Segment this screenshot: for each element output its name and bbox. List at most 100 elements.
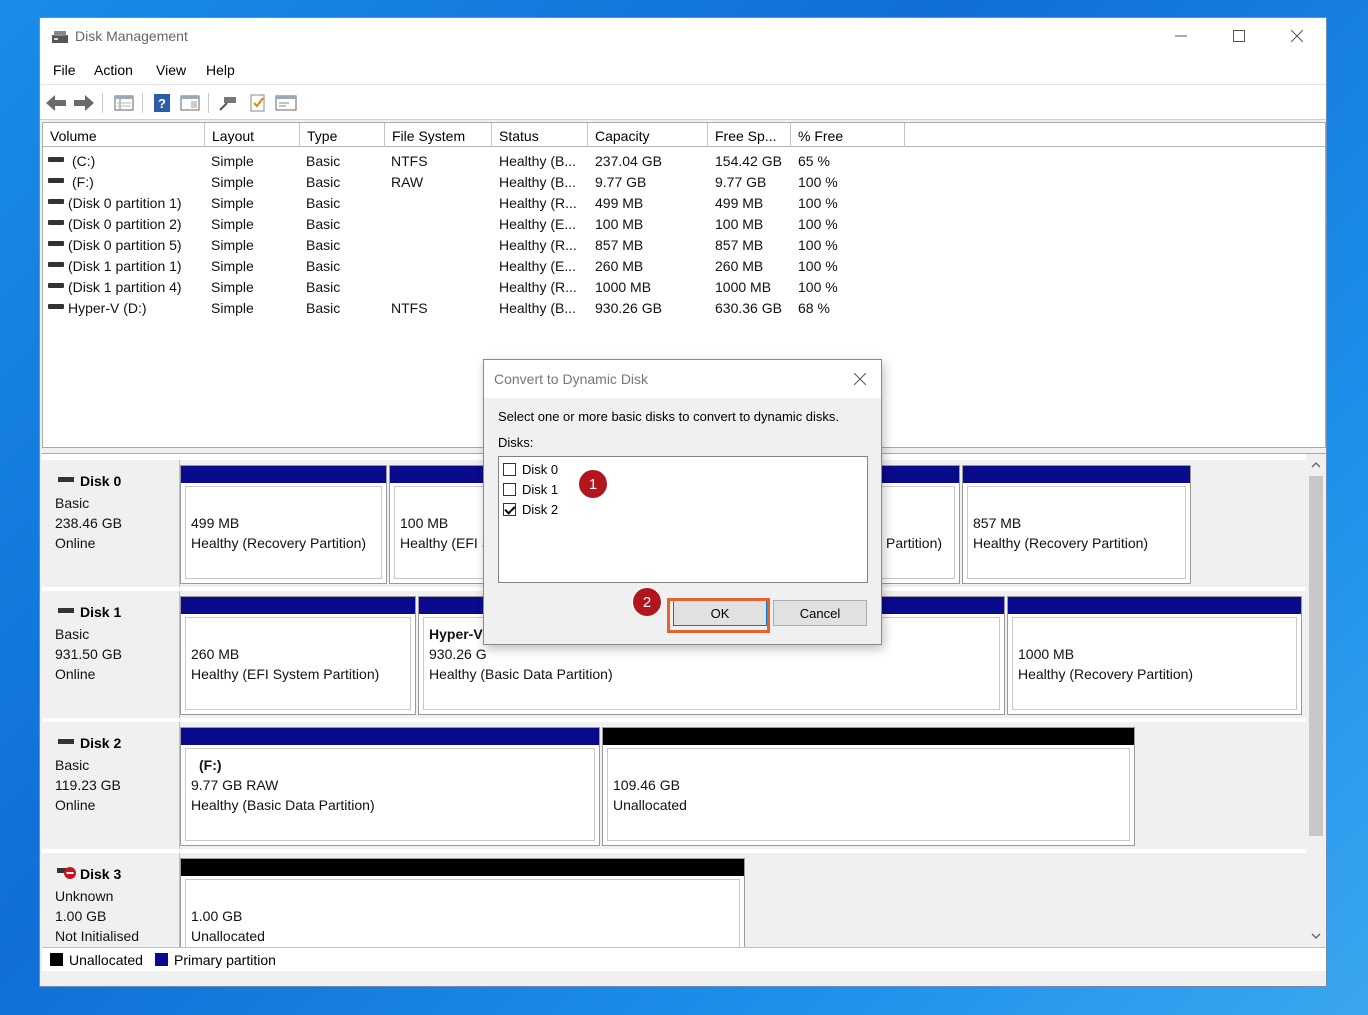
volume-row[interactable]: (Disk 0 partition 1) Simple Basic Health… — [43, 193, 1325, 214]
disk-2-checkbox[interactable] — [503, 502, 516, 516]
partition-label: (F:) — [199, 757, 222, 773]
volume-percent-free: 100 % — [798, 237, 838, 253]
disk-icon — [58, 608, 74, 613]
column-header-volume[interactable]: Volume — [43, 123, 205, 147]
disk-1-option[interactable]: Disk 1 — [503, 480, 558, 498]
disk-info-2[interactable]: Disk 2 Basic 119.23 GB Online — [44, 722, 180, 849]
volume-type: Basic — [306, 216, 341, 232]
vertical-scrollbar[interactable] — [1306, 454, 1326, 947]
disk-name: Disk 3 — [80, 866, 122, 882]
partition-block[interactable]: (F:) 9.77 GB RAW Healthy (Basic Data Parti… — [180, 727, 600, 846]
partition-status: Healthy (Recovery Partition) — [1018, 666, 1194, 682]
disk-2-option[interactable]: Disk 2 — [503, 500, 558, 518]
disk-info-3[interactable]: Disk 3 Unknown 1.00 GB Not Initialised — [44, 853, 180, 947]
partition-size: 109.46 GB — [613, 777, 680, 793]
column-header-layout[interactable]: Layout — [205, 123, 300, 147]
menu-help[interactable]: Help — [206, 62, 235, 78]
volume-free-space: 9.77 GB — [715, 174, 767, 190]
volume-row[interactable]: (C:) Simple Basic NTFS Healthy (B... 237… — [43, 151, 1325, 172]
console-button[interactable] — [274, 91, 298, 115]
volume-layout: Simple — [211, 216, 254, 232]
volume-row[interactable]: (F:) Simple Basic RAW Healthy (B... 9.77… — [43, 172, 1325, 193]
disk-0-checkbox[interactable] — [503, 462, 516, 476]
unallocated-block[interactable]: 1.00 GB Unallocated — [180, 858, 745, 947]
volume-name: (Disk 0 partition 2) — [68, 216, 182, 232]
maximize-button[interactable] — [1210, 18, 1268, 54]
volume-type: Basic — [306, 195, 341, 211]
disk-not-initialised-icon — [57, 867, 76, 879]
column-header-free-space[interactable]: Free Sp... — [708, 123, 791, 147]
unallocated-bar — [181, 859, 744, 876]
partition-status: Healthy (Recovery Partition) — [191, 535, 367, 551]
help-button[interactable]: ? — [150, 91, 174, 115]
disk-list-icon — [114, 95, 134, 111]
menu-view[interactable]: View — [156, 62, 186, 78]
properties-button[interactable] — [178, 91, 202, 115]
menu-file[interactable]: File — [53, 62, 76, 78]
disk-1-checkbox[interactable] — [503, 482, 516, 496]
volume-name: (Disk 1 partition 4) — [68, 279, 182, 295]
scroll-up-icon[interactable] — [1311, 461, 1321, 469]
partition-block[interactable]: 499 MB Healthy (Recovery Partition) — [180, 465, 387, 584]
partition-size: 100 MB — [400, 515, 449, 531]
volume-status: Healthy (R... — [499, 195, 577, 211]
toolbar-separator — [102, 93, 103, 113]
partition-status: Healthy (EFI System Partition) — [191, 666, 380, 682]
volume-type: Basic — [306, 153, 341, 169]
cancel-button[interactable]: Cancel — [773, 600, 867, 626]
volume-status: Healthy (B... — [499, 300, 577, 316]
volume-capacity: 1000 MB — [595, 279, 652, 295]
scroll-down-icon[interactable] — [1311, 932, 1321, 940]
ok-button-highlight — [667, 598, 770, 633]
volume-percent-free: 68 % — [798, 300, 830, 316]
unallocated-bar — [603, 728, 1134, 745]
disk-info-1[interactable]: Disk 1 Basic 931.50 GB Online — [44, 591, 180, 718]
disk-0-option[interactable]: Disk 0 — [503, 460, 558, 478]
disks-label: Disks: — [498, 435, 534, 450]
partition-block[interactable]: 1000 MB Healthy (Recovery Partition) — [1007, 596, 1302, 715]
volume-free-space: 1000 MB — [715, 279, 772, 295]
volume-row[interactable]: (Disk 0 partition 5) Simple Basic Health… — [43, 235, 1325, 256]
partition-size: 9.77 GB RAW — [191, 777, 279, 793]
partition-status: Healthy (Basic Data Partition) — [191, 797, 375, 813]
partition-block[interactable]: 857 MB Healthy (Recovery Partition) — [962, 465, 1191, 584]
column-header-type[interactable]: Type — [300, 123, 385, 147]
unallocated-block[interactable]: 109.46 GB Unallocated — [602, 727, 1135, 846]
volume-row[interactable]: (Disk 1 partition 4) Simple Basic Health… — [43, 277, 1325, 298]
volume-type: Basic — [306, 174, 341, 190]
toolbar: ? — [40, 84, 1326, 120]
disk-state: Not Initialised — [55, 928, 140, 944]
volume-status: Healthy (E... — [499, 258, 577, 274]
volume-percent-free: 100 % — [798, 258, 838, 274]
check-button[interactable] — [246, 91, 270, 115]
close-button[interactable] — [1268, 18, 1326, 54]
disk-state: Online — [55, 797, 96, 813]
disk-1-label: Disk 1 — [522, 481, 559, 497]
partition-block[interactable]: 260 MB Healthy (EFI System Partition) — [180, 596, 416, 715]
forward-button[interactable] — [72, 91, 96, 115]
maximize-icon — [1233, 30, 1245, 42]
legend-primary-partition: Primary partition — [174, 952, 276, 968]
scrollbar-thumb[interactable] — [1309, 476, 1323, 836]
column-header-file-system[interactable]: File System — [385, 123, 492, 147]
volume-list-header: Volume Layout Type File System Status Ca… — [43, 123, 1325, 147]
volume-row[interactable]: (Disk 0 partition 2) Simple Basic Health… — [43, 214, 1325, 235]
volume-free-space: 260 MB — [715, 258, 764, 274]
volume-row[interactable]: (Disk 1 partition 1) Simple Basic Health… — [43, 256, 1325, 277]
volume-layout: Simple — [211, 237, 254, 253]
back-button[interactable] — [44, 91, 68, 115]
connect-button[interactable] — [216, 91, 240, 115]
column-header-status[interactable]: Status — [492, 123, 588, 147]
menu-action[interactable]: Action — [94, 62, 133, 78]
primary-partition-bar — [181, 597, 415, 614]
column-header-percent-free[interactable]: % Free — [791, 123, 905, 147]
disk-row-2: Disk 2 Basic 119.23 GB Online (F:) 9.77 G… — [42, 722, 1306, 849]
minimize-button[interactable] — [1152, 18, 1210, 54]
partition-status: Partition) — [886, 535, 943, 551]
column-header-capacity[interactable]: Capacity — [588, 123, 708, 147]
disk-info-0[interactable]: Disk 0 Basic 238.46 GB Online — [44, 460, 180, 587]
dialog-close-button[interactable] — [847, 366, 873, 392]
disk-list-button[interactable] — [112, 91, 136, 115]
volume-row[interactable]: Hyper-V (D:) Simple Basic NTFS Healthy (… — [43, 298, 1325, 319]
partition-status: Healthy (Basic Data Partition) — [429, 666, 613, 682]
